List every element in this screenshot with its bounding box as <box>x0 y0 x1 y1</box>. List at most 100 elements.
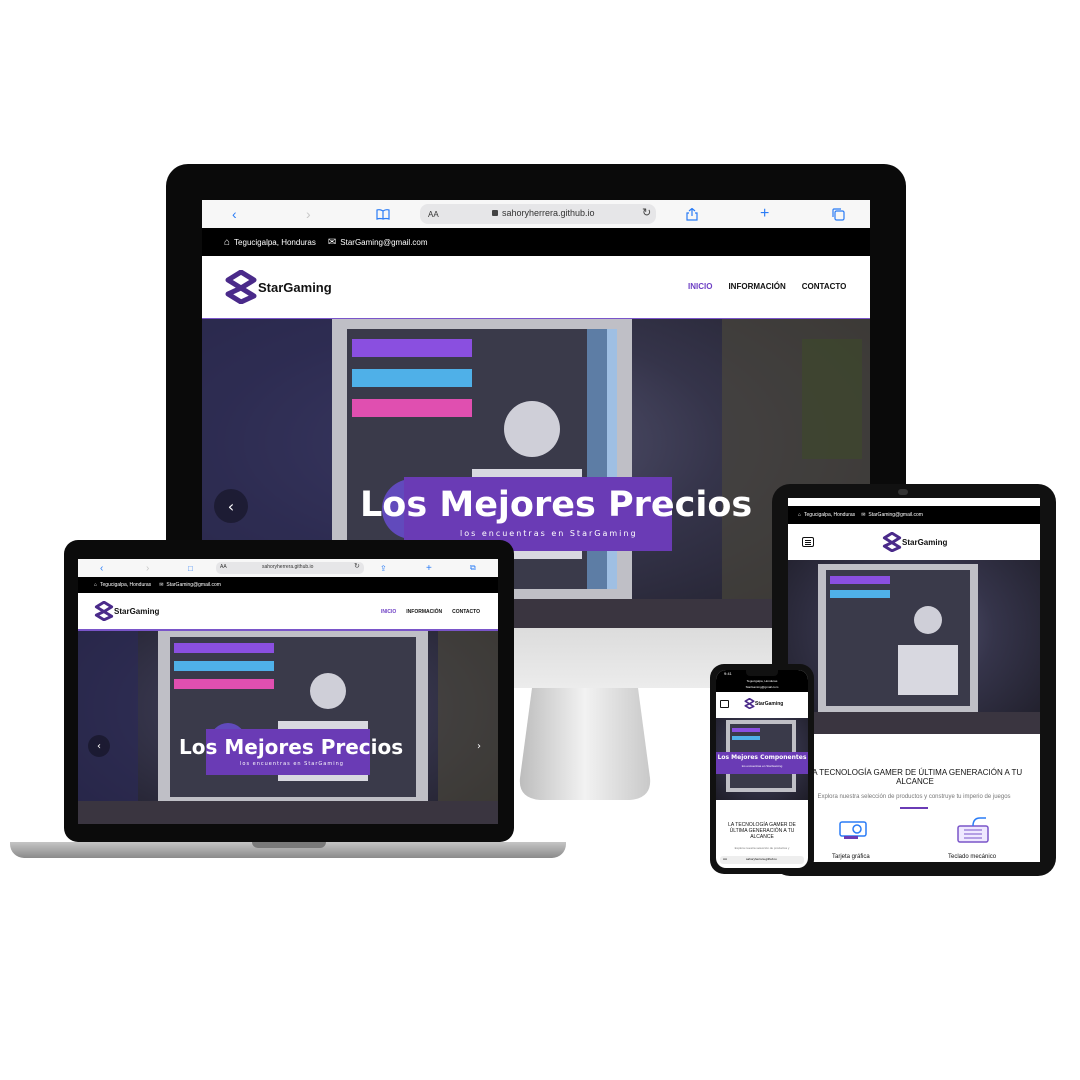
home-icon: ⌂ <box>224 236 231 248</box>
book-icon[interactable]: □ <box>188 564 193 573</box>
phone-hero-banner: Los Mejores Componentes los encuentras e… <box>716 718 808 800</box>
tablet-camera <box>898 489 908 495</box>
section-divider <box>900 807 928 809</box>
home-icon: ⌂ <box>798 512 802 518</box>
plus-icon[interactable]: + <box>426 563 432 574</box>
hero-subtitle: los encuentras en StarGaming <box>460 529 638 538</box>
brand-name: StarGaming <box>755 700 784 707</box>
back-icon[interactable]: ‹ <box>232 206 237 222</box>
text-size-button[interactable]: AA <box>220 564 227 570</box>
phone-screen: 9:41 Tegucigalpa, Honduras StarGaming@gm… <box>716 670 808 868</box>
product-label-gpu[interactable]: Tarjeta gráfica <box>832 854 870 860</box>
phone-hero-subtitle: los encuentras en StarGaming <box>741 764 783 768</box>
carousel-prev-button[interactable]: ‹ <box>214 489 248 523</box>
text-size-button[interactable]: AA <box>428 210 439 219</box>
location-text: Tegucigalpa, Honduras <box>100 582 152 588</box>
text-size-button[interactable]: AA <box>723 857 727 861</box>
laptop-site-navbar: StarGaming INICIO INFORMACIÓN CONTACTO <box>78 593 498 631</box>
mail-icon: ✉ <box>327 236 337 248</box>
laptop-hero-banner: Los Mejores Precios los encuentras en St… <box>78 631 498 824</box>
plus-icon[interactable]: + <box>760 205 769 223</box>
mail-icon: ✉ <box>159 582 164 588</box>
graphics-card-icon <box>839 821 867 839</box>
tabs-icon[interactable]: ⧉ <box>470 563 476 573</box>
main-nav: INICIO INFORMACIÓN CONTACTO <box>381 609 480 615</box>
address-bar[interactable]: AA sahoryherrera.github.io ↻ <box>420 204 656 224</box>
laptop-screen: ‹ › □ AA sahoryherrera.github.io ↻ ⇪ + ⧉… <box>78 559 498 824</box>
brand-logo[interactable]: StarGaming <box>744 698 783 709</box>
email-text[interactable]: StarGaming@gmail.com <box>716 684 808 690</box>
phone-section-title: LA TECNOLOGÍA GAMER DE ÚLTIMA GENERACIÓN… <box>728 822 796 840</box>
forward-icon[interactable]: › <box>306 206 311 222</box>
stargaming-logo-icon <box>744 698 755 709</box>
laptop-top-info-bar: ⌂ Tegucigalpa, Honduras ✉ StarGaming@gma… <box>78 577 498 593</box>
nav-inicio[interactable]: INICIO <box>688 282 712 291</box>
phone-navbar: StarGaming <box>716 692 808 716</box>
top-info-bar: ⌂ Tegucigalpa, Honduras ✉ StarGaming@gma… <box>202 228 870 256</box>
laptop-address-bar[interactable]: AA sahoryherrera.github.io ↻ <box>216 562 364 574</box>
email-text[interactable]: StarGaming@gmail.com <box>166 582 221 588</box>
url-text: sahoryherrera.github.io <box>262 564 314 570</box>
phone-status-bar: 9:41 <box>716 670 808 678</box>
tablet-section-title: LA TECNOLOGÍA GAMER DE ÚLTIMA GENERACIÓN… <box>807 768 1023 786</box>
stargaming-logo-icon <box>882 532 902 552</box>
product-label-keyboard[interactable]: Teclado mecánico <box>948 854 996 860</box>
pc-case-image <box>78 631 498 824</box>
brand-logo[interactable]: StarGaming <box>882 532 947 552</box>
tablet-top-info-bar: ⌂ Tegucigalpa, Honduras ✉ StarGaming@gma… <box>788 506 1040 524</box>
brand-name: StarGaming <box>114 606 160 616</box>
location-text: Tegucigalpa, Honduras <box>804 512 856 518</box>
phone-hero-title: Los Mejores Componentes <box>717 754 807 761</box>
lock-icon <box>492 210 498 216</box>
main-nav: INICIO INFORMACIÓN CONTACTO <box>688 282 846 291</box>
stargaming-logo-icon <box>225 270 257 304</box>
share-icon[interactable]: ⇪ <box>380 564 387 573</box>
url-text: sahoryherrera.github.io <box>502 208 595 218</box>
menu-icon[interactable] <box>802 537 814 547</box>
location-text: Tegucigalpa, Honduras <box>234 237 316 247</box>
nav-contacto[interactable]: CONTACTO <box>452 609 480 615</box>
reload-icon[interactable]: ↻ <box>642 206 651 219</box>
reload-icon[interactable]: ↻ <box>354 562 360 570</box>
laptop-browser-toolbar: ‹ › □ AA sahoryherrera.github.io ↻ ⇪ + ⧉ <box>78 559 498 578</box>
phone-section-text: Explora nuestra selección de productos y <box>734 846 790 850</box>
share-icon[interactable] <box>686 207 698 221</box>
keyboard-icon <box>957 817 989 843</box>
brand-name: StarGaming <box>258 279 332 295</box>
phone-notch <box>746 670 778 676</box>
email-text[interactable]: StarGaming@gmail.com <box>340 238 427 247</box>
nav-informacion[interactable]: INFORMACIÓN <box>406 609 442 615</box>
carousel-prev-button[interactable]: ‹ <box>88 735 110 757</box>
hero-title: Los Mejores Precios <box>360 485 753 525</box>
book-icon[interactable] <box>376 208 390 220</box>
brand-logo[interactable]: StarGaming <box>94 601 159 621</box>
carousel-next-button[interactable]: › <box>468 735 490 757</box>
pc-case-image <box>788 564 1040 734</box>
menu-icon[interactable] <box>720 700 729 708</box>
tablet-section-text: Explora nuestra selección de productos y… <box>817 794 1011 800</box>
nav-informacion[interactable]: INFORMACIÓN <box>728 282 785 291</box>
back-icon[interactable]: ‹ <box>100 563 103 574</box>
laptop-notch <box>252 842 326 848</box>
phone-time: 9:41 <box>724 671 732 676</box>
phone-address-bar[interactable]: AA sahoryherrera.github.io <box>720 856 804 864</box>
browser-toolbar: ‹ › AA sahoryherrera.github.io ↻ + <box>202 200 870 229</box>
brand-name: StarGaming <box>902 537 948 547</box>
site-navbar: StarGaming INICIO INFORMACIÓN CONTACTO <box>202 256 870 321</box>
tablet-hero-banner <box>788 560 1040 734</box>
hero-title: Los Mejores Precios <box>179 735 404 759</box>
mail-icon: ✉ <box>861 512 866 518</box>
stargaming-logo-icon <box>94 601 114 621</box>
nav-inicio[interactable]: INICIO <box>381 609 396 615</box>
tablet-screen: ⌂ Tegucigalpa, Honduras ✉ StarGaming@gma… <box>788 498 1040 862</box>
tablet-site-navbar: StarGaming <box>788 524 1040 560</box>
home-icon: ⌂ <box>94 582 98 588</box>
nav-contacto[interactable]: CONTACTO <box>802 282 847 291</box>
url-text: sahoryherrera.github.io <box>746 857 777 861</box>
phone-top-info-bar: Tegucigalpa, Honduras StarGaming@gmail.c… <box>716 678 808 692</box>
hero-subtitle: los encuentras en StarGaming <box>240 761 344 767</box>
brand-logo[interactable]: StarGaming <box>224 270 332 304</box>
email-text[interactable]: StarGaming@gmail.com <box>868 512 923 518</box>
forward-icon[interactable]: › <box>146 563 149 574</box>
tabs-icon[interactable] <box>832 207 845 221</box>
